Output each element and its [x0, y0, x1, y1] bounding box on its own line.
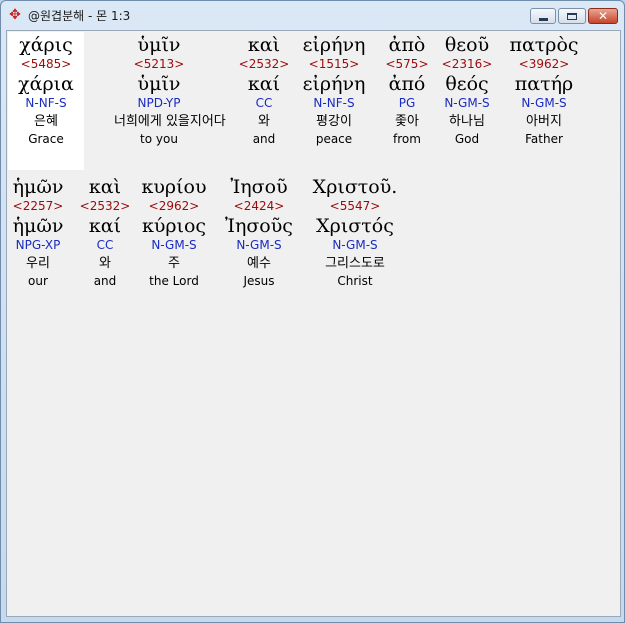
word-block[interactable]: Ἰησοῦ <2424> Ἰησοῦς N-GM-S 예수 Jesus — [214, 176, 304, 289]
strong-number[interactable]: <5485> — [1, 56, 91, 73]
english-gloss: to you — [140, 132, 178, 146]
korean-gloss: 주 — [168, 256, 180, 271]
english-gloss: Jesus — [243, 274, 275, 288]
english-gloss: Father — [525, 132, 563, 146]
interlinear-app-icon[interactable]: ✥ — [7, 7, 23, 23]
greek-word: κυρίου — [141, 176, 207, 198]
strong-number[interactable]: <3962> — [499, 56, 589, 73]
window-title: @원겹분해 - 몬 1:3 — [28, 9, 131, 23]
word-block[interactable]: πατρὸς <3962> πατήρ N-GM-S 아버지 Father — [499, 34, 589, 147]
lexical-form: Ἰησοῦς — [225, 215, 293, 237]
korean-gloss: 너희에게 있을지어다 — [114, 114, 226, 129]
word-block[interactable]: κυρίου <2962> κύριος N-GM-S 주 the Lord — [129, 176, 219, 289]
word-block[interactable]: χάρις <5485> χάρια N-NF-S 은혜 Grace — [1, 34, 91, 147]
parsing-code: N-NF-S — [25, 96, 67, 110]
parsing-code: N-GM-S — [236, 238, 282, 252]
korean-gloss: 은혜 — [34, 114, 58, 129]
strong-number[interactable]: <5547> — [310, 198, 400, 215]
korean-gloss: 아버지 — [526, 114, 562, 129]
word-block[interactable]: Χριστοῦ. <5547> Χριστός N-GM-S 그리스도로 Chr… — [310, 176, 400, 289]
interlinear-view[interactable]: χάρις <5485> χάρια N-NF-S 은혜 Grace ὑμῖν … — [6, 30, 621, 617]
maximize-icon — [567, 12, 577, 20]
english-gloss: the Lord — [149, 274, 199, 288]
title-bar[interactable]: ✥ @원겹분해 - 몬 1:3 ✕ — [1, 1, 624, 29]
lexical-form: κύριος — [141, 215, 207, 237]
greek-word: πατρὸς — [509, 34, 579, 56]
lexical-form: πατήρ — [514, 73, 574, 95]
greek-word: Ἰησοῦ — [230, 176, 288, 198]
strong-number[interactable]: <5213> — [114, 56, 204, 73]
greek-word: Χριστοῦ. — [312, 176, 398, 198]
strong-number[interactable]: <2424> — [214, 198, 304, 215]
korean-gloss: 예수 — [247, 256, 271, 271]
strong-number[interactable]: <2962> — [129, 198, 219, 215]
lexical-form: ὑμῖν — [137, 73, 181, 95]
parsing-code: N-GM-S — [332, 238, 378, 252]
parsing-code: N-GM-S — [521, 96, 567, 110]
parsing-code: N-GM-S — [151, 238, 197, 252]
minimize-button[interactable] — [530, 8, 556, 24]
greek-word: χάρις — [19, 34, 73, 56]
close-icon: ✕ — [597, 9, 609, 23]
word-block[interactable]: ὑμῖν <5213> ὑμῖν NPD-YP 너희에게 있을지어다 to yo… — [114, 34, 226, 147]
lexical-form: χάρια — [18, 73, 74, 95]
english-gloss: Christ — [337, 274, 373, 288]
lexical-form: Χριστός — [316, 215, 394, 237]
greek-word: ὑμῖν — [137, 34, 181, 56]
close-button[interactable]: ✕ — [588, 8, 618, 24]
parsing-code: NPD-YP — [137, 96, 181, 110]
app-window: ✥ @원겹분해 - 몬 1:3 ✕ χάρις <5485> χάρια N-N… — [0, 0, 625, 623]
maximize-button[interactable] — [558, 8, 586, 24]
minimize-icon — [538, 17, 548, 21]
english-gloss: Grace — [28, 132, 64, 146]
korean-gloss: 그리스도로 — [325, 256, 385, 271]
